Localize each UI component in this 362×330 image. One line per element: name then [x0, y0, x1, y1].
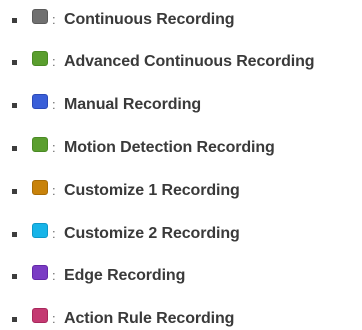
legend-item-customize-2-recording: : Customize 2 Recording [0, 222, 362, 244]
bullet-icon [12, 103, 17, 108]
legend-item-motion-detection-recording: : Motion Detection Recording [0, 136, 362, 158]
legend-label: Action Rule Recording [64, 310, 235, 327]
bullet-icon [12, 232, 17, 237]
bullet-icon [12, 146, 17, 151]
continuous-recording-swatch-icon [32, 9, 48, 24]
legend-item-manual-recording: : Manual Recording [0, 93, 362, 115]
legend-label: Continuous Recording [64, 11, 235, 28]
legend-label: Customize 2 Recording [64, 225, 240, 242]
legend-label: Advanced Continuous Recording [64, 53, 315, 70]
manual-recording-swatch-icon [32, 94, 48, 109]
motion-detection-recording-swatch-icon [32, 137, 48, 152]
legend-label: Motion Detection Recording [64, 139, 275, 156]
bullet-icon [12, 18, 17, 23]
legend-separator: : [52, 311, 56, 326]
bullet-icon [12, 189, 17, 194]
legend-separator: : [52, 226, 56, 241]
legend-item-customize-1-recording: : Customize 1 Recording [0, 179, 362, 201]
advanced-continuous-recording-swatch-icon [32, 51, 48, 66]
legend-label: Edge Recording [64, 267, 186, 284]
legend-separator: : [52, 183, 56, 198]
bullet-icon [12, 317, 17, 322]
legend-item-action-rule-recording: : Action Rule Recording [0, 307, 362, 329]
customize-1-recording-swatch-icon [32, 180, 48, 195]
legend-item-edge-recording: : Edge Recording [0, 264, 362, 286]
legend-separator: : [52, 140, 56, 155]
action-rule-recording-swatch-icon [32, 308, 48, 323]
legend-separator: : [52, 54, 56, 69]
bullet-icon [12, 60, 17, 65]
legend-label: Customize 1 Recording [64, 182, 240, 199]
customize-2-recording-swatch-icon [32, 223, 48, 238]
edge-recording-swatch-icon [32, 265, 48, 280]
bullet-icon [12, 274, 17, 279]
legend-item-advanced-continuous-recording: : Advanced Continuous Recording [0, 50, 362, 72]
legend-separator: : [52, 268, 56, 283]
legend-separator: : [52, 12, 56, 27]
legend-item-continuous-recording: : Continuous Recording [0, 8, 362, 30]
legend-label: Manual Recording [64, 96, 202, 113]
legend-separator: : [52, 97, 56, 112]
